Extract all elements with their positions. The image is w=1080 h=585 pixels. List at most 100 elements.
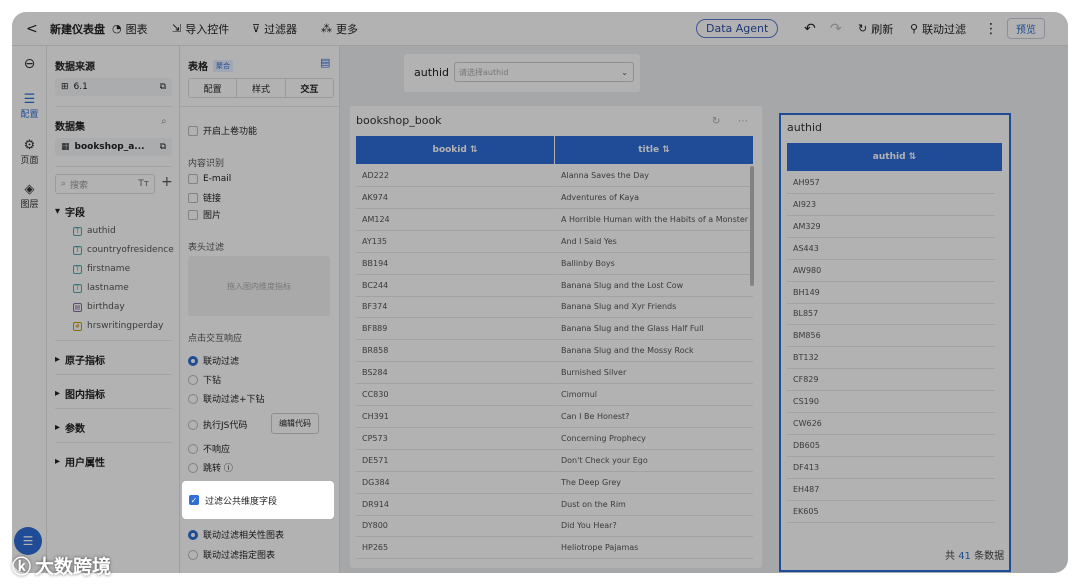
cell-bookid[interactable]: DR914 [356, 494, 554, 516]
cell-bookid[interactable]: DG384 [356, 472, 554, 494]
chart-metrics-section[interactable]: ▸ 图内指标 [55, 386, 105, 401]
kebab-menu-icon[interactable]: ⋮ [984, 21, 998, 37]
radio[interactable] [188, 355, 198, 366]
tab-config[interactable]: 配置 [189, 79, 238, 97]
search-icon[interactable]: ⌕ [161, 116, 167, 127]
cell-title[interactable]: Don't Check your Ego [555, 450, 753, 472]
click-option-jump[interactable]: 跳转 ⓘ [188, 461, 233, 474]
cell-bookid[interactable]: AY135 [356, 231, 554, 253]
image-option[interactable]: 图片 [188, 208, 221, 221]
cell-authid[interactable]: EH487 [787, 479, 995, 501]
radio[interactable] [188, 393, 198, 404]
radio[interactable] [188, 549, 198, 560]
col-header-authid[interactable]: authid ⇅ [787, 143, 1002, 171]
linkage-related-option[interactable]: 联动过滤相关性图表 [188, 528, 284, 541]
click-option-linkage-drill[interactable]: 联动过滤+下钻 [188, 392, 265, 405]
cell-title[interactable]: And I Said Yes [555, 231, 753, 253]
user-attrs-section[interactable]: ▸ 用户属性 [55, 454, 105, 469]
cell-bookid[interactable]: CC830 [356, 384, 554, 406]
click-option-js[interactable]: 执行JS代码 [188, 418, 247, 431]
import-control-button[interactable]: ⇲ 导入控件 [172, 21, 229, 37]
nav-page[interactable]: ⚙ 页面 [12, 138, 47, 166]
cell-authid[interactable]: BM856 [787, 325, 995, 348]
email-option[interactable]: E-mail [188, 174, 231, 184]
cell-title[interactable]: Banana Slug and the Glass Half Full [555, 318, 753, 341]
cell-title[interactable]: Banana Slug and the Mossy Rock [555, 340, 753, 363]
back-icon[interactable]: < [26, 21, 38, 37]
radio[interactable] [188, 443, 198, 454]
cell-title[interactable]: Cimornul [555, 384, 753, 406]
checkbox[interactable] [188, 125, 198, 136]
radio[interactable] [188, 462, 198, 473]
field-search-input[interactable]: ⌕ 搜索 Tт [55, 174, 155, 194]
more-icon[interactable]: ⋯ [738, 116, 748, 127]
data-agent-button[interactable]: Data Agent [696, 19, 779, 38]
cell-title[interactable]: Dust on the Rim [555, 494, 753, 516]
cell-authid[interactable]: BL857 [787, 303, 995, 326]
public-dim-filter-option[interactable]: ✓ 过滤公共维度字段 [182, 481, 334, 519]
field-item[interactable]: # hrswritingperday [73, 321, 163, 331]
redo-icon[interactable]: ↷ [830, 21, 842, 37]
edit-code-button[interactable]: 编辑代码 [271, 413, 319, 434]
drop-zone[interactable]: 拖入图内维度指标 [188, 256, 330, 316]
checkbox[interactable] [188, 209, 198, 220]
cell-title[interactable]: Can I Be Honest? [555, 406, 753, 428]
edit-icon[interactable]: ⧉ [160, 142, 166, 152]
cell-bookid[interactable]: DY800 [356, 515, 554, 538]
scroll-load-option[interactable]: 开启上卷功能 [188, 124, 257, 137]
datasource-select[interactable]: ⊞ 6.1 ⧉ [55, 78, 172, 96]
cell-bookid[interactable]: DE571 [356, 450, 554, 472]
edit-icon[interactable]: ⧉ [160, 82, 166, 92]
more-button[interactable]: ⁂ 更多 [321, 21, 358, 37]
field-item[interactable]: Tauthid [73, 226, 116, 236]
scrollbar[interactable] [750, 166, 754, 286]
undo-icon[interactable]: ↶ [804, 21, 816, 37]
cell-bookid[interactable]: AD222 [356, 165, 554, 187]
preview-button[interactable]: 预览 [1007, 18, 1045, 39]
field-item[interactable]: Tfirstname [73, 264, 130, 274]
click-option-linkage[interactable]: 联动过滤 [188, 354, 239, 367]
cell-authid[interactable]: CW626 [787, 413, 995, 435]
cell-bookid[interactable]: CH391 [356, 406, 554, 428]
checkbox[interactable] [188, 174, 198, 184]
cell-authid[interactable]: CF829 [787, 369, 995, 392]
linkage-filter-button[interactable]: ⚲ 联动过滤 [910, 21, 966, 37]
params-section[interactable]: ▸ 参数 [55, 420, 85, 435]
cell-bookid[interactable]: HP265 [356, 537, 554, 560]
col-header-title[interactable]: title ⇅ [555, 136, 753, 164]
radio[interactable] [188, 529, 198, 540]
cell-bookid[interactable]: CP573 [356, 428, 554, 450]
cell-authid[interactable]: AI923 [787, 194, 995, 216]
dataset-select[interactable]: ▦ bookshop_a... ⧉ [55, 138, 172, 156]
field-item[interactable]: Tcountryofresidence [73, 245, 174, 255]
refresh-button[interactable]: ↻ 刷新 [858, 21, 893, 37]
cell-authid[interactable]: AH957 [787, 172, 995, 194]
cell-bookid[interactable]: BB194 [356, 253, 554, 275]
collapse-icon[interactable]: ⊖ [12, 56, 47, 72]
radio[interactable] [188, 419, 198, 430]
cell-title[interactable]: Concerning Prophecy [555, 428, 753, 450]
nav-layer[interactable]: ◈ 图层 [12, 182, 47, 210]
cell-title[interactable]: Burnished Silver [555, 362, 753, 385]
filter-button[interactable]: ⊽ 过滤器 [252, 21, 297, 37]
cell-title[interactable]: The Deep Grey [555, 472, 753, 494]
cell-authid[interactable]: AM329 [787, 216, 995, 238]
field-item[interactable]: ▤ birthday [73, 302, 125, 312]
col-header-bookid[interactable]: bookid ⇅ [356, 136, 554, 164]
link-option[interactable]: 链接 [188, 191, 221, 204]
cell-title[interactable]: Ballinby Boys [555, 253, 753, 275]
cell-authid[interactable]: BH149 [787, 282, 995, 304]
radio[interactable] [188, 374, 198, 385]
cell-bookid[interactable]: BS284 [356, 362, 554, 385]
cell-title[interactable]: A Horrible Human with the Habits of a Mo… [555, 209, 753, 231]
nav-config[interactable]: ☰ 配置 [12, 92, 47, 120]
cell-bookid[interactable]: BF889 [356, 318, 554, 341]
cell-authid[interactable]: AS443 [787, 238, 995, 260]
cell-title[interactable]: Adventures of Kaya [555, 187, 753, 209]
add-icon[interactable]: + [161, 174, 173, 190]
checkbox[interactable] [188, 192, 198, 203]
cell-title[interactable]: Banana Slug and Xyr Friends [555, 296, 753, 319]
cell-bookid[interactable]: AK974 [356, 187, 554, 209]
chart-button[interactable]: ◔ 图表 [112, 21, 148, 37]
cell-title[interactable]: Banana Slug and the Lost Cow [555, 275, 753, 297]
